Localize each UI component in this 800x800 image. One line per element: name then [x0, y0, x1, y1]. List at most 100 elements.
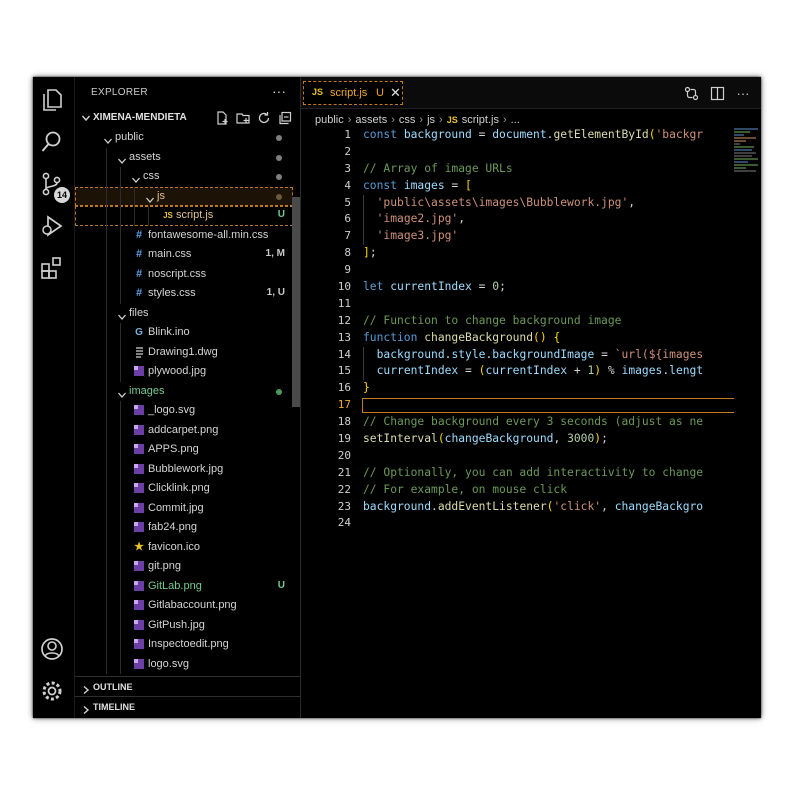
- code-text: // Optionally, you can add interactivity…: [363, 465, 704, 479]
- git-status-dot: [276, 388, 282, 395]
- timeline-section[interactable]: TIMELINE: [75, 696, 301, 716]
- indent-guide: [120, 225, 121, 245]
- tree-file[interactable]: Inspectoedit.png: [75, 635, 293, 655]
- workspace-root[interactable]: XIMENA-MENDIETA: [75, 108, 301, 128]
- line-number: 4: [344, 178, 351, 192]
- tree-folder[interactable]: css: [75, 167, 293, 187]
- tree-file[interactable]: # fontawesome-all.min.css: [75, 225, 293, 245]
- explorer-sidebar: EXPLORER ··· XIMENA-MENDIETA public asset…: [75, 77, 301, 718]
- code-editor[interactable]: 1 const background = document.getElementB…: [301, 127, 734, 597]
- search-icon[interactable]: [39, 129, 69, 159]
- source-control-badge: 14: [54, 187, 71, 203]
- tree-item-label: _logo.svg: [148, 404, 196, 416]
- code-line: 8];: [301, 245, 734, 262]
- tree-file[interactable]: JS script.js U: [75, 206, 293, 226]
- tree-folder[interactable]: images: [75, 381, 293, 401]
- js-file-icon: JS: [312, 87, 324, 97]
- tree-file[interactable]: _logo.svg: [75, 401, 293, 421]
- chevron-right-icon: ›: [419, 114, 424, 126]
- tree-file[interactable]: APPS.png: [75, 440, 293, 460]
- indent-guide: [106, 225, 107, 245]
- explorer-more-button[interactable]: ···: [272, 83, 286, 99]
- tree-file[interactable]: # noscript.css: [75, 264, 293, 284]
- tab-label: script.js: [330, 87, 368, 99]
- account-icon[interactable]: [39, 636, 69, 666]
- indent-guide: [120, 654, 121, 674]
- breadcrumb-segment[interactable]: ...: [511, 114, 520, 126]
- indent-guide: [106, 284, 107, 304]
- tree-folder[interactable]: public: [75, 128, 293, 148]
- close-icon[interactable]: ✕: [390, 85, 401, 101]
- code-line: 13 function changeBackground() {: [301, 330, 734, 347]
- tree-file[interactable]: Commit.jpg: [75, 498, 293, 518]
- tree-file[interactable]: fab24.png: [75, 518, 293, 538]
- outline-section[interactable]: OUTLINE: [75, 676, 301, 696]
- tree-file[interactable]: plywood.jpg: [75, 362, 293, 382]
- collapse-all-icon[interactable]: [276, 110, 293, 126]
- tree-file[interactable]: # main.css 1, M: [75, 245, 293, 265]
- tree-file[interactable]: logo.svg: [75, 654, 293, 674]
- tree-folder[interactable]: js: [75, 186, 293, 206]
- tree-file[interactable]: Clicklink.png: [75, 479, 293, 499]
- tree-folder[interactable]: assets: [75, 147, 293, 167]
- tab-status: U: [376, 87, 384, 99]
- tree-item-label: addcarpet.png: [148, 423, 219, 436]
- settings-gear-icon[interactable]: [39, 678, 69, 708]
- files-icon[interactable]: [39, 87, 69, 117]
- breadcrumb-segment[interactable]: js: [427, 114, 435, 126]
- tree-item-label: fab24.png: [148, 521, 197, 533]
- breadcrumb-segment[interactable]: css: [399, 114, 416, 126]
- tree-item-label: Drawing1.dwg: [148, 345, 218, 358]
- editor-area: JS script.js U ✕ ··· public › assets › css › j…: [301, 77, 761, 718]
- code-text: // For example, on mouse click: [363, 482, 568, 496]
- line-number: 16: [337, 381, 351, 395]
- tree-item-label: Commit.jpg: [148, 501, 204, 514]
- tree-folder[interactable]: files: [75, 303, 293, 323]
- indent-guide: [363, 194, 364, 246]
- tree-file[interactable]: GitPush.jpg: [75, 615, 293, 635]
- line-number: 18: [337, 415, 351, 429]
- more-actions-icon[interactable]: ···: [733, 83, 753, 103]
- tree-file[interactable]: Bubblework.jpg: [75, 459, 293, 479]
- tree-file[interactable]: ★ favicon.ico: [75, 537, 293, 557]
- tree-file[interactable]: G Blink.ino: [75, 323, 293, 343]
- tab-script-js[interactable]: JS script.js U ✕: [303, 81, 403, 105]
- code-text: ];: [363, 246, 377, 260]
- breadcrumb-segment[interactable]: assets: [355, 114, 387, 126]
- line-number: 22: [337, 482, 351, 496]
- activity-bar: 14: [33, 77, 75, 718]
- code-text: function changeBackground() {: [363, 330, 561, 344]
- tree-file[interactable]: GitLab.png U: [75, 576, 293, 596]
- image-file-icon: [133, 580, 145, 593]
- tree-file[interactable]: Drawing1.dwg: [75, 342, 293, 362]
- source-control-icon[interactable]: 14: [39, 171, 71, 203]
- indent-guide: [106, 167, 107, 187]
- tree-item-label: plywood.jpg: [148, 365, 207, 377]
- new-folder-icon[interactable]: [234, 110, 251, 126]
- explorer-title: EXPLORER: [91, 87, 148, 98]
- compare-icon[interactable]: [681, 83, 701, 103]
- sidebar-scrollbar[interactable]: [292, 197, 300, 407]
- minimap[interactable]: [734, 127, 761, 187]
- breadcrumb-segment[interactable]: public: [315, 114, 344, 126]
- line-number: 15: [337, 364, 351, 378]
- tree-file[interactable]: Gitlabaccount.png: [75, 596, 293, 616]
- tree-file[interactable]: # styles.css 1, U: [75, 284, 293, 304]
- indent-guide: [120, 459, 121, 479]
- breadcrumb-segment[interactable]: script.js: [462, 114, 499, 126]
- indent-guide: [120, 167, 121, 187]
- tree-item-label: logo.svg: [148, 657, 189, 670]
- css-file-icon: #: [135, 287, 143, 299]
- split-editor-icon[interactable]: [707, 83, 727, 103]
- line-number: 24: [337, 516, 351, 530]
- tree-file[interactable]: addcarpet.png: [75, 420, 293, 440]
- run-debug-icon[interactable]: [39, 213, 69, 243]
- line-number: 11: [337, 296, 351, 310]
- tree-file[interactable]: git.png: [75, 557, 293, 577]
- indent-guide: [120, 479, 121, 499]
- indent-guide: [134, 186, 135, 206]
- extensions-icon[interactable]: [39, 255, 69, 285]
- new-file-icon[interactable]: [213, 110, 230, 126]
- refresh-icon[interactable]: [255, 110, 272, 126]
- current-line-highlight: [362, 398, 734, 414]
